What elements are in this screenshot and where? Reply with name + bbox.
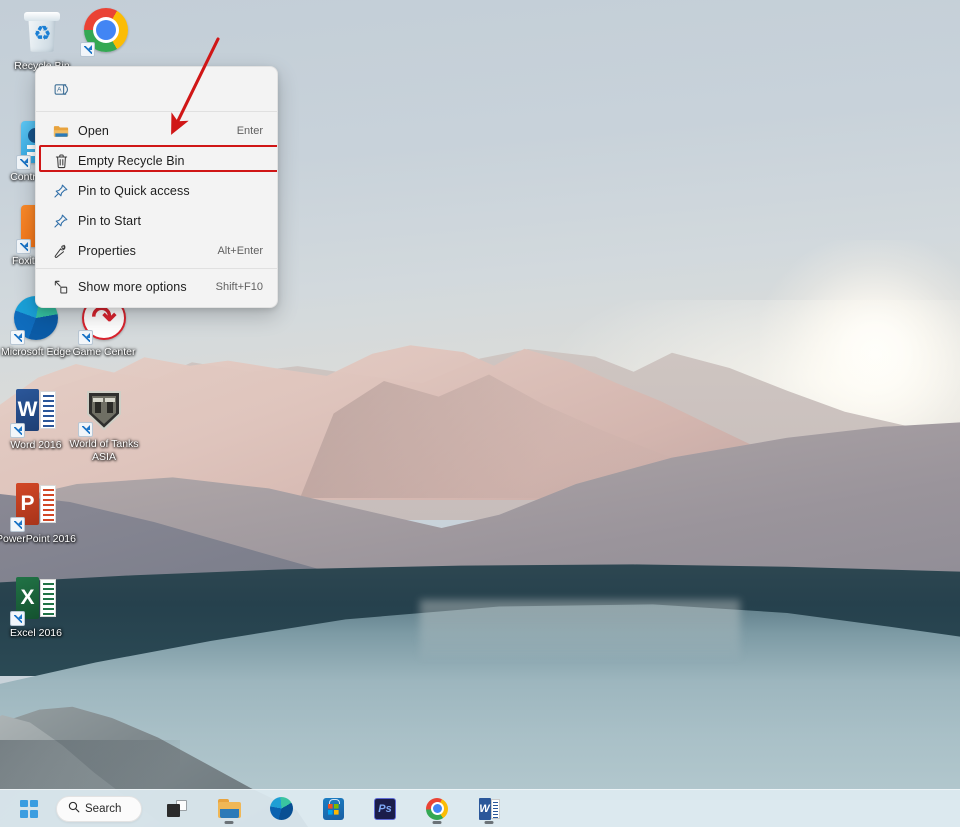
menu-item-empty-recycle-bin[interactable]: Empty Recycle Bin <box>36 146 277 176</box>
rename-icon[interactable]: A <box>48 76 74 102</box>
shortcut-overlay-icon <box>78 330 93 345</box>
desktop-icon-label: Excel 2016 <box>10 627 62 639</box>
menu-item-label: Open <box>78 124 109 138</box>
microsoft-store-icon <box>322 797 344 820</box>
world-of-tanks-icon <box>78 388 128 437</box>
taskbar[interactable]: Search Ps W <box>0 789 960 827</box>
file-explorer-icon <box>217 799 241 818</box>
taskbar-item-photoshop[interactable]: Ps <box>368 793 402 825</box>
menu-item-open[interactable]: Open Enter <box>36 116 277 146</box>
edge-icon <box>269 797 293 820</box>
wrench-icon <box>48 243 74 259</box>
shortcut-overlay-icon <box>10 330 25 345</box>
desktop-icon-label: Game Center <box>72 346 136 358</box>
start-button[interactable] <box>12 793 46 825</box>
menu-item-shortcut: Alt+Enter <box>217 245 263 257</box>
shortcut-overlay-icon <box>16 239 31 254</box>
taskbar-item-file-explorer[interactable] <box>212 793 246 825</box>
search-icon <box>68 801 80 816</box>
folder-open-icon <box>48 124 74 138</box>
desktop-icon-excel-2016[interactable]: X Excel 2016 <box>0 574 78 640</box>
menu-item-pin-to-start[interactable]: Pin to Start <box>36 206 277 236</box>
menu-item-label: Show more options <box>78 280 187 294</box>
windows-logo-icon <box>20 799 38 818</box>
desktop-icon-label: World of Tanks ASIA <box>69 438 139 463</box>
recycle-bin-context-menu[interactable]: A Open Enter Empty Recycle Bin Pin to Qu… <box>35 66 278 308</box>
photoshop-icon: Ps <box>374 797 396 820</box>
taskbar-item-google-chrome[interactable] <box>420 793 454 825</box>
shortcut-overlay-icon <box>10 517 25 532</box>
word-icon-letter: W <box>478 797 491 820</box>
taskbar-item-task-view[interactable] <box>160 793 194 825</box>
menu-item-shortcut: Enter <box>236 125 263 137</box>
shortcut-overlay-icon <box>10 423 25 438</box>
shortcut-overlay-icon <box>16 155 31 170</box>
taskbar-search[interactable]: Search <box>56 795 142 822</box>
pin-icon <box>48 213 74 229</box>
menu-item-label: Pin to Quick access <box>78 184 190 198</box>
taskbar-item-word[interactable]: W <box>472 793 506 825</box>
menu-item-label: Empty Recycle Bin <box>78 154 185 168</box>
pin-icon <box>48 183 74 199</box>
taskbar-item-microsoft-edge[interactable] <box>264 793 298 825</box>
menu-item-label: Pin to Start <box>78 214 142 228</box>
search-label: Search <box>85 802 122 815</box>
wallpaper-lake-reflection <box>420 600 740 658</box>
context-menu-header: A <box>36 67 277 111</box>
menu-item-shortcut: Shift+F10 <box>215 281 263 293</box>
task-view-icon <box>167 800 187 817</box>
chrome-icon <box>80 8 130 57</box>
menu-item-pin-to-quick-access[interactable]: Pin to Quick access <box>36 176 277 206</box>
shortcut-overlay-icon <box>78 422 93 437</box>
desktop-icon-google-chrome[interactable] <box>64 6 148 58</box>
shortcut-overlay-icon <box>80 42 95 57</box>
desktop-icon-world-of-tanks-asia[interactable]: World of Tanks ASIA <box>62 386 146 463</box>
trash-icon <box>48 153 74 169</box>
menu-item-properties[interactable]: Properties Alt+Enter <box>36 236 277 266</box>
desktop-icon-label: PowerPoint 2016 <box>0 533 76 545</box>
menu-item-show-more-options[interactable]: Show more options Shift+F10 <box>36 272 277 302</box>
word-icon: W <box>10 389 60 438</box>
word-icon: W <box>478 797 500 820</box>
expand-icon <box>48 279 74 295</box>
desktop-icon-powerpoint-2016[interactable]: P PowerPoint 2016 <box>0 480 78 546</box>
recycle-bin-icon: ♻ <box>18 10 66 58</box>
taskbar-item-microsoft-store[interactable] <box>316 793 350 825</box>
shortcut-overlay-icon <box>10 611 25 626</box>
excel-icon: X <box>10 577 60 626</box>
chrome-icon <box>426 797 448 820</box>
powerpoint-icon: P <box>10 483 60 532</box>
menu-item-label: Properties <box>78 244 136 258</box>
svg-text:A: A <box>57 86 62 93</box>
